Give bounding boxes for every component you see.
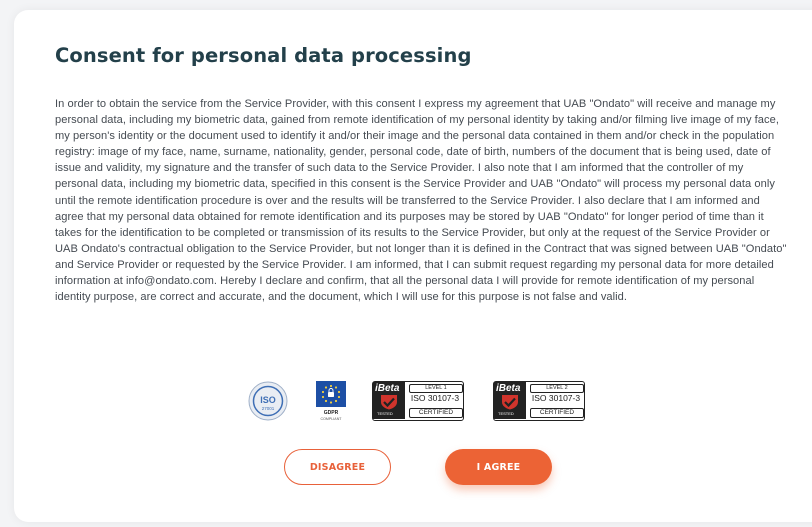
ibeta-brand: iBeta <box>375 383 400 394</box>
gdpr-label: GDPR <box>324 410 339 416</box>
ibeta-level2-badge: iBeta TESTED LEVEL 2 ISO 30107-3 CERTIFI… <box>493 381 585 421</box>
ibeta-tested: TESTED <box>377 411 393 416</box>
check-shield-icon <box>502 395 518 410</box>
ibeta-certified: CERTIFIED <box>409 408 463 418</box>
ibeta-tested: TESTED <box>498 411 514 416</box>
iso-27001-badge-icon: ISO 27001 <box>248 381 288 421</box>
gdpr-compliant-badge-icon: GDPR COMPLIANT <box>313 381 349 423</box>
check-shield-icon <box>381 395 397 410</box>
ibeta-certified: CERTIFIED <box>530 408 584 418</box>
disagree-button[interactable]: DISAGREE <box>284 449 391 485</box>
gdpr-sublabel: COMPLIANT <box>321 417 343 421</box>
ibeta-level: LEVEL 2 <box>530 384 584 393</box>
iso-label: ISO <box>260 395 276 405</box>
ibeta-standard: ISO 30107-3 <box>531 393 581 403</box>
consent-text: In order to obtain the service from the … <box>55 98 787 304</box>
ibeta-level: LEVEL 1 <box>409 384 463 393</box>
agree-button[interactable]: I AGREE <box>445 449 552 485</box>
dialog-title: Consent for personal data processing <box>55 44 472 67</box>
ibeta-level1-badge: iBeta TESTED LEVEL 1 ISO 30107-3 CERTIFI… <box>372 381 464 421</box>
ibeta-brand: iBeta <box>496 383 521 394</box>
iso-number: 27001 <box>262 406 275 411</box>
ibeta-standard: ISO 30107-3 <box>410 393 460 403</box>
